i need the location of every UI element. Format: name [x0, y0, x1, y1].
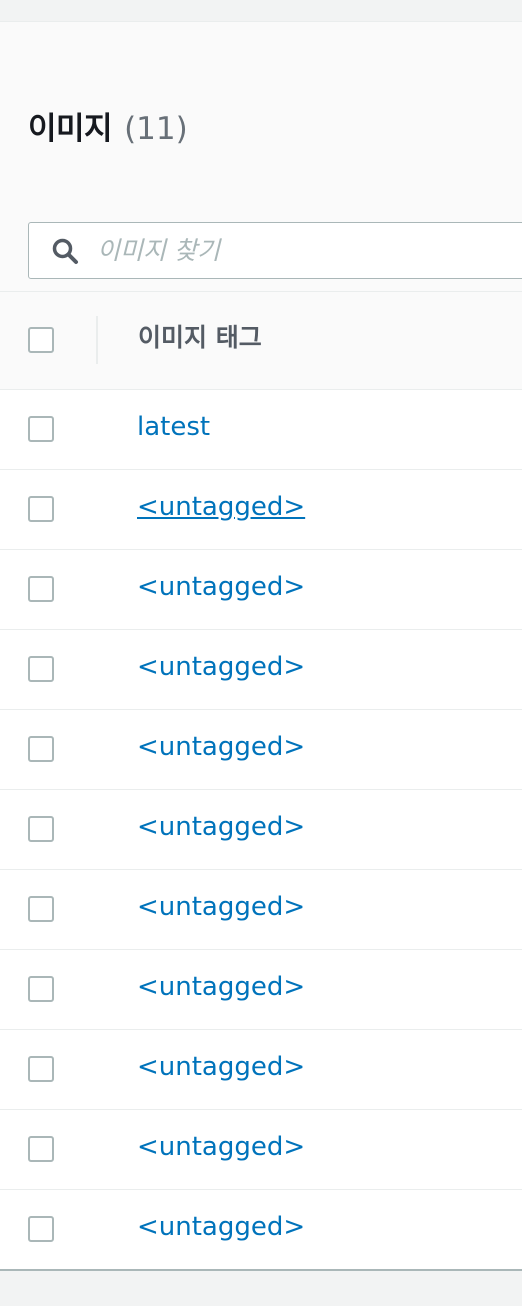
- table-row: <untagged>: [0, 950, 522, 1030]
- image-tag-link[interactable]: <untagged>: [137, 1052, 305, 1082]
- table-row: <untagged>: [0, 1190, 522, 1269]
- search-box[interactable]: [28, 222, 522, 279]
- image-tag-link[interactable]: latest: [137, 412, 210, 442]
- row-checkbox[interactable]: [28, 736, 54, 762]
- search-input[interactable]: [95, 235, 479, 266]
- image-list-page: 이미지 (11) 이미지 태그: [0, 0, 522, 1306]
- row-checkbox[interactable]: [28, 1056, 54, 1082]
- row-checkbox[interactable]: [28, 896, 54, 922]
- image-tag-link[interactable]: <untagged>: [137, 1132, 305, 1162]
- image-tag-link[interactable]: <untagged>: [137, 972, 305, 1002]
- table-row: <untagged>: [0, 470, 522, 550]
- row-checkbox[interactable]: [28, 1136, 54, 1162]
- row-checkbox[interactable]: [28, 816, 54, 842]
- table-row: <untagged>: [0, 1030, 522, 1110]
- row-checkbox[interactable]: [28, 576, 54, 602]
- row-checkbox[interactable]: [28, 1216, 54, 1242]
- image-tag-link[interactable]: <untagged>: [137, 892, 305, 922]
- table-row: <untagged>: [0, 790, 522, 870]
- select-all-checkbox[interactable]: [28, 327, 54, 353]
- images-table: 이미지 태그 latest <untagged> <untagged> <unt…: [0, 292, 522, 1271]
- table-header: 이미지 태그: [0, 292, 522, 390]
- page-footer: [0, 1271, 522, 1305]
- row-checkbox[interactable]: [28, 656, 54, 682]
- image-count: (11): [124, 111, 188, 147]
- table-row: latest: [0, 390, 522, 470]
- table-body: latest <untagged> <untagged> <untagged> …: [0, 390, 522, 1269]
- image-tag-link[interactable]: <untagged>: [137, 812, 305, 842]
- images-header: 이미지 (11): [0, 22, 522, 292]
- image-tag-link[interactable]: <untagged>: [137, 1212, 305, 1242]
- page-title: 이미지: [28, 111, 113, 147]
- image-tag-link[interactable]: <untagged>: [137, 572, 305, 602]
- table-row: <untagged>: [0, 630, 522, 710]
- row-checkbox[interactable]: [28, 496, 54, 522]
- search-icon: [49, 235, 81, 267]
- table-row: <untagged>: [0, 710, 522, 790]
- table-row: <untagged>: [0, 550, 522, 630]
- row-checkbox[interactable]: [28, 416, 54, 442]
- image-tag-link[interactable]: <untagged>: [137, 732, 305, 762]
- image-tag-link[interactable]: <untagged>: [137, 492, 305, 522]
- images-container: 이미지 (11) 이미지 태그: [0, 22, 522, 1271]
- top-strip: [0, 0, 522, 22]
- title-row: 이미지 (11): [28, 103, 188, 148]
- column-header-image-tag[interactable]: 이미지 태그: [138, 318, 262, 354]
- column-divider: [96, 316, 98, 364]
- table-row: <untagged>: [0, 1110, 522, 1190]
- table-row: <untagged>: [0, 870, 522, 950]
- row-checkbox[interactable]: [28, 976, 54, 1002]
- image-tag-link[interactable]: <untagged>: [137, 652, 305, 682]
